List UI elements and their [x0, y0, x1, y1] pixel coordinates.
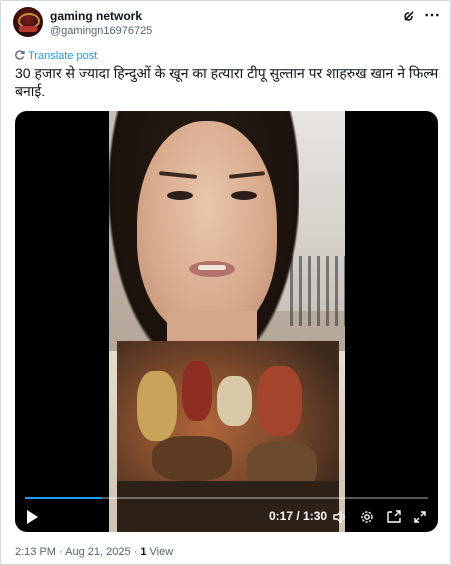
tweet-card: gaming network @gamingn16976725 ⋯ Transl…: [0, 0, 451, 565]
tweet-text: 30 हजार से ज्यादा हिन्दुओं के खून का हत्…: [15, 65, 439, 99]
author-handle[interactable]: @gamingn16976725: [50, 25, 152, 37]
timestamp[interactable]: 2:13 PM · Aug 21, 2025 ·: [15, 546, 140, 558]
volume-icon[interactable]: [333, 510, 347, 524]
translate-label: Translate post: [28, 50, 98, 62]
pip-icon[interactable]: [387, 510, 401, 524]
logo-base: [19, 26, 37, 32]
progress-fill: [25, 497, 102, 499]
post-meta: 2:13 PM · Aug 21, 2025 · 1 View: [15, 546, 173, 558]
video-player[interactable]: 0:17 / 1:30: [15, 111, 438, 532]
play-icon[interactable]: [27, 510, 38, 524]
fullscreen-icon[interactable]: [413, 510, 427, 524]
avatar[interactable]: [13, 7, 43, 37]
grok-icon[interactable]: [402, 9, 416, 23]
more-options-icon[interactable]: ⋯: [424, 5, 441, 25]
translate-link[interactable]: Translate post: [15, 50, 97, 62]
author-name[interactable]: gaming network: [50, 9, 142, 23]
translate-icon: [15, 50, 25, 60]
video-time: 0:17 / 1:30: [269, 509, 328, 523]
views-label: View: [146, 546, 174, 558]
settings-icon[interactable]: [360, 510, 374, 524]
video-controls: 0:17 / 1:30: [15, 111, 438, 532]
